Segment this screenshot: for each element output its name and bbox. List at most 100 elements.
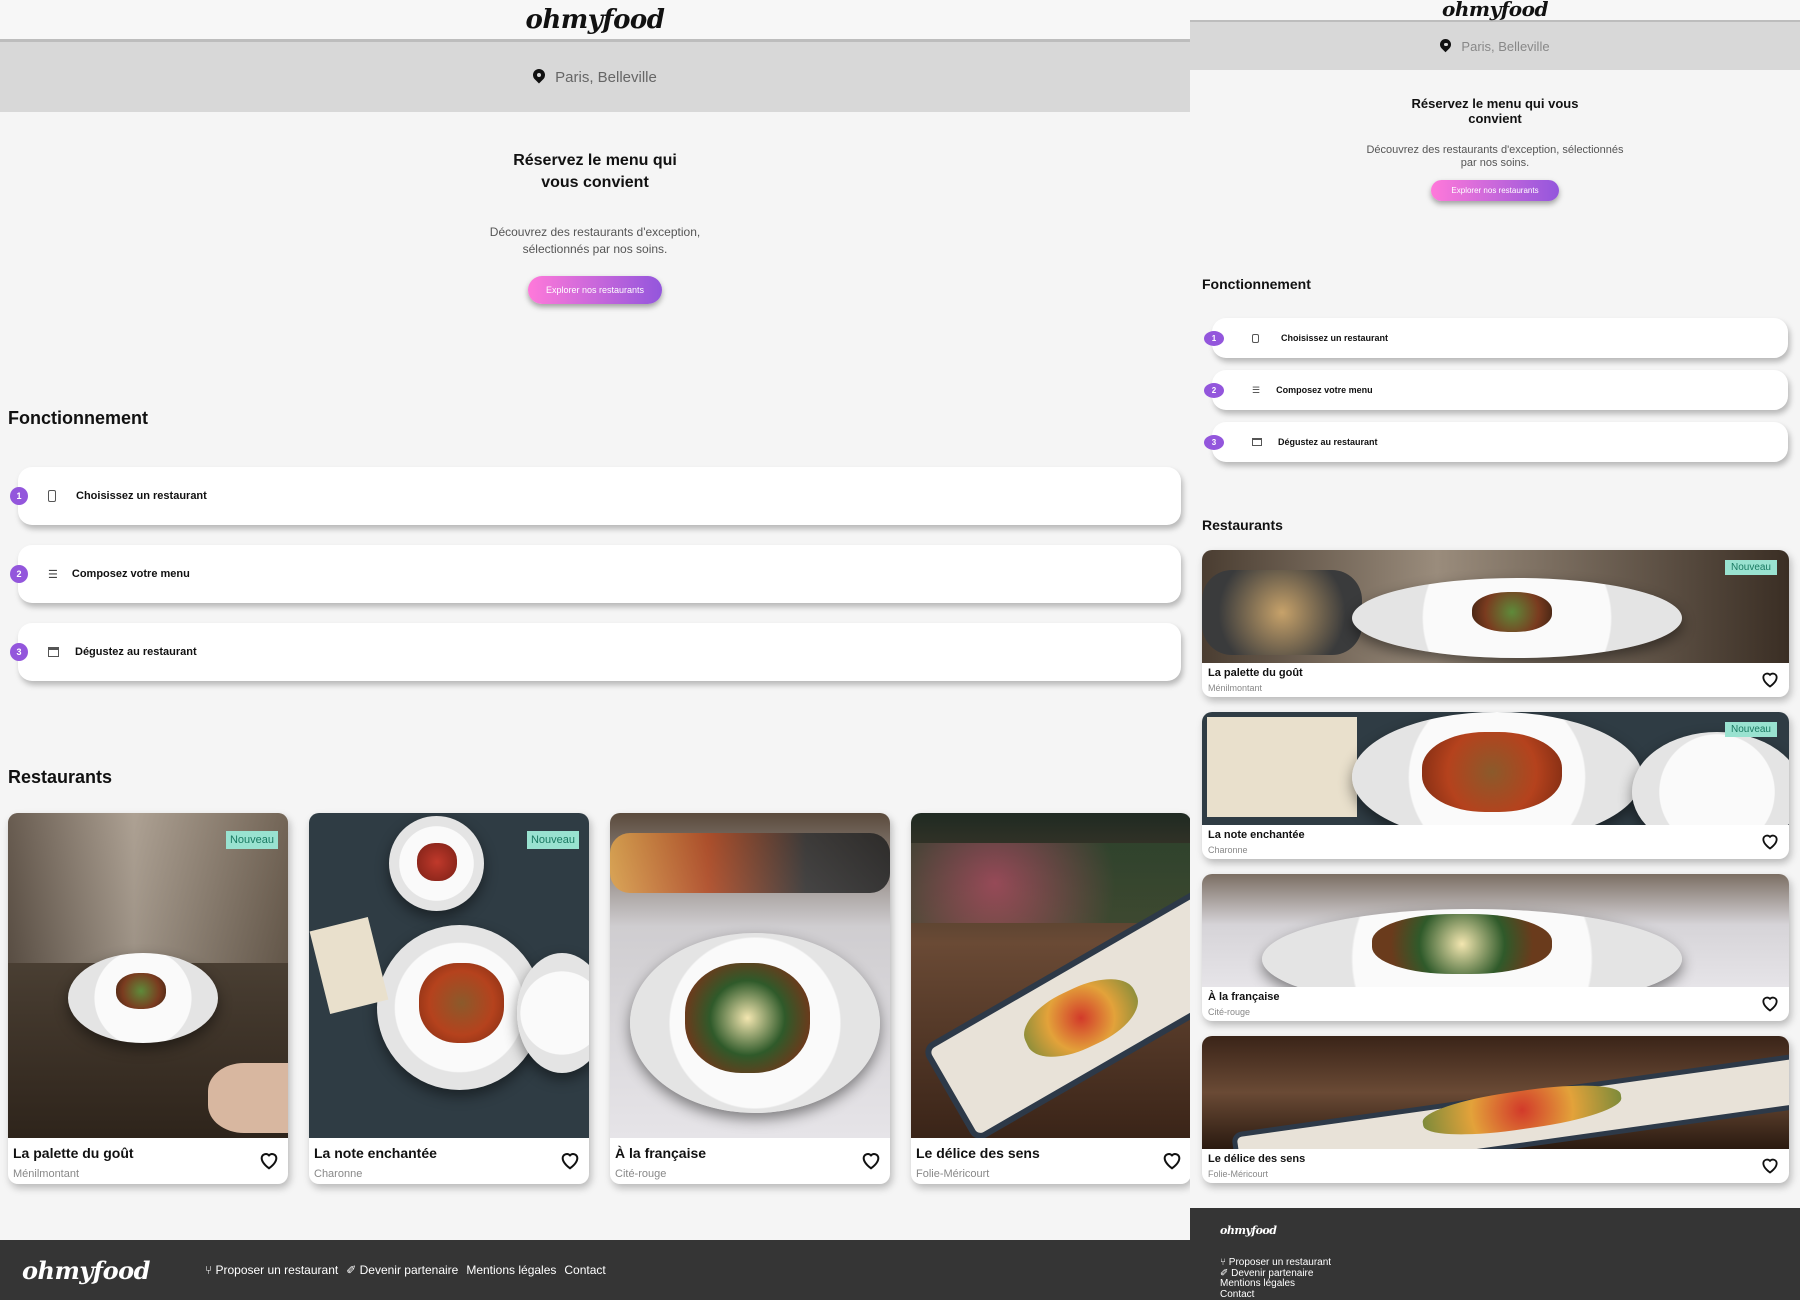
heart-icon[interactable] [1759,831,1781,851]
mobile-view: ohmyfood Paris, Belleville Réservez le m… [1190,0,1800,1300]
heart-icon[interactable] [258,1149,280,1171]
restaurant-area: Folie-Méricourt [1208,1169,1269,1179]
restaurant-area: Charonne [1208,845,1248,855]
step-1: Choisissez un restaurant [18,467,1181,525]
store-icon [1252,438,1262,446]
restaurant-photo [610,813,890,1138]
explore-restaurants-button[interactable]: Explorer nos restaurants [527,276,663,304]
restaurants-heading: Restaurants [8,767,113,787]
map-pin-icon [1440,39,1451,50]
step-number: 2 [1204,383,1224,398]
heart-icon[interactable] [1759,669,1781,689]
desktop-view: ohmyfood Paris, Belleville Réservez le m… [0,0,1191,1300]
restaurant-name: À la française [1208,991,1280,1003]
restaurant-area: Cité-rouge [615,1168,667,1180]
restaurant-name: Le délice des sens [916,1145,1040,1161]
restaurant-name: La palette du goût [13,1145,134,1161]
step-label: Dégustez au restaurant [75,646,197,658]
new-badge: Nouveau [1724,560,1777,575]
restaurant-photo [1202,874,1789,987]
footer-logo[interactable]: ohmyfood [1220,1224,1277,1237]
handshake-icon: ✐ [346,1263,360,1277]
explore-restaurants-button[interactable]: Explorer nos restaurants [1431,180,1559,201]
restaurant-photo [1202,1036,1789,1149]
hero-title: Réservez le menu qui vous convient [1411,96,1579,126]
step-2: ☰ Composez votre menu [1212,370,1788,410]
restaurant-card[interactable]: Nouveau La note enchantée Charonne [1202,712,1789,859]
footer-link-contact[interactable]: Contact [1220,1289,1331,1300]
restaurant-name: La note enchantée [1208,829,1305,841]
site-footer: ohmyfood ⑂ Proposer un restaurant ✐ Deve… [1190,1208,1800,1300]
restaurants-heading: Restaurants [1202,517,1283,533]
restaurant-card[interactable]: Nouveau La palette du goût Ménilmontant [1202,550,1789,697]
restaurant-card[interactable]: À la française Cité-rouge [1202,874,1789,1021]
restaurant-card[interactable]: Nouveau La note enchantée Charonne [309,813,589,1184]
hero-section: Réservez le menu qui vous convient Décou… [1190,96,1800,201]
restaurant-photo [1202,712,1789,825]
step-2: ☰ Composez votre menu [18,545,1181,603]
list-icon: ☰ [48,568,58,581]
restaurant-card[interactable]: Le délice des sens Folie-Méricourt [1202,1036,1789,1183]
restaurant-name: La note enchantée [314,1145,437,1161]
mobile-phone-icon [48,490,56,502]
how-it-works-heading: Fonctionnement [8,408,148,428]
how-it-works-heading: Fonctionnement [1202,276,1311,292]
mobile-phone-icon [1252,333,1259,343]
hero-title: Réservez le menu qui vous convient [513,152,677,191]
restaurant-card[interactable]: Le délice des sens Folie-Méricourt [911,813,1191,1184]
restaurant-photo [1202,550,1789,663]
heart-icon[interactable] [1161,1149,1183,1171]
list-icon: ☰ [1252,384,1261,395]
step-3: Dégustez au restaurant [18,623,1181,681]
store-icon [48,647,59,657]
map-pin-icon [533,69,545,81]
site-footer: ohmyfood ⑂ Proposer un restaurant ✐ Deve… [0,1240,1190,1300]
restaurant-area: Cité-rouge [1208,1007,1251,1017]
brand-logo[interactable]: ohmyfood [1442,0,1548,21]
footer-links: ⑂ Proposer un restaurant ✐ Devenir parte… [205,1263,606,1277]
step-number: 1 [1204,331,1224,346]
footer-link-propose[interactable]: ⑂ Proposer un restaurant [205,1263,338,1277]
location-label: Paris, Belleville [1461,38,1550,54]
restaurant-card[interactable]: Nouveau La palette du goût Ménilmontant [8,813,288,1184]
footer-link-contact[interactable]: Contact [564,1263,605,1277]
location-bar[interactable]: Paris, Belleville [0,42,1190,112]
new-badge: Nouveau [1724,722,1777,737]
restaurant-photo [911,813,1191,1138]
site-header: ohmyfood [0,0,1190,42]
hero-subtitle: Découvrez des restaurants d'exception, s… [1366,144,1624,169]
hero-subtitle: Découvrez des restaurants d'exception, s… [489,225,701,256]
new-badge: Nouveau [526,831,579,849]
heart-icon[interactable] [1759,993,1781,1013]
step-3: Dégustez au restaurant [1212,422,1788,462]
step-label: Choisissez un restaurant [76,490,207,502]
step-number: 2 [10,565,28,583]
restaurant-photo [309,813,589,1138]
hero-section: Réservez le menu qui vous convient Décou… [0,150,1190,304]
footer-link-legal[interactable]: Mentions légales [466,1263,556,1277]
heart-icon[interactable] [860,1149,882,1171]
step-label: Composez votre menu [71,568,190,580]
step-number: 3 [1204,435,1224,450]
restaurant-area: Ménilmontant [13,1168,80,1180]
location-bar[interactable]: Paris, Belleville [1190,22,1800,70]
handshake-icon: ✐ [1220,1267,1232,1279]
utensils-icon: ⑂ [1220,1257,1229,1268]
footer-links: ⑂ Proposer un restaurant ✐ Devenir parte… [1220,1257,1331,1300]
step-number: 3 [10,643,28,661]
step-label: Composez votre menu [1276,385,1373,395]
heart-icon[interactable] [559,1149,581,1171]
site-header: ohmyfood [1190,0,1800,22]
location-label: Paris, Belleville [555,68,657,86]
step-label: Dégustez au restaurant [1278,437,1378,447]
restaurant-photo [8,813,288,1138]
brand-logo[interactable]: ohmyfood [526,5,665,35]
restaurant-card[interactable]: À la française Cité-rouge [610,813,890,1184]
restaurant-name: À la française [615,1145,707,1161]
footer-link-legal[interactable]: Mentions légales [1220,1278,1331,1290]
restaurant-area: Ménilmontant [1208,683,1263,693]
footer-logo[interactable]: ohmyfood [22,1256,150,1285]
footer-link-partner[interactable]: ✐ Devenir partenaire [346,1263,458,1277]
heart-icon[interactable] [1759,1155,1781,1175]
step-1: Choisissez un restaurant [1212,318,1788,358]
